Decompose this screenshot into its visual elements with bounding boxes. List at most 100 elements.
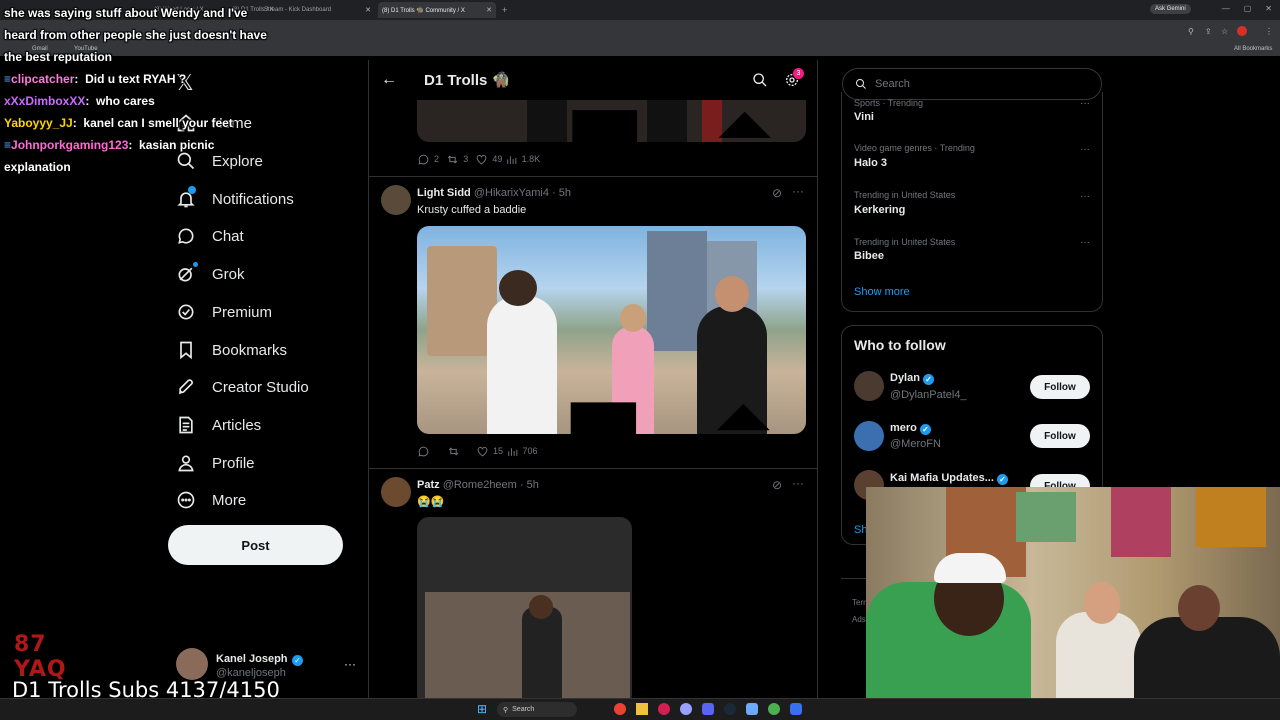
views-button[interactable]: 706 bbox=[506, 445, 538, 458]
share-icon[interactable]: ⇪ bbox=[1205, 27, 1212, 36]
taskbar-search[interactable]: ⚲ Search bbox=[497, 702, 577, 717]
like-button[interactable]: 49 bbox=[475, 153, 504, 166]
share-icon[interactable] bbox=[682, 96, 807, 221]
app-icon[interactable] bbox=[658, 703, 670, 715]
maximize-icon[interactable]: ▢ bbox=[1244, 4, 1252, 13]
app-icon[interactable] bbox=[790, 703, 802, 715]
verified-icon: ✓ bbox=[996, 474, 1008, 485]
post-author[interactable]: Patz bbox=[417, 479, 440, 491]
follow-button[interactable]: Follow bbox=[1030, 424, 1090, 448]
sidebar-item-premium[interactable]: Premium bbox=[176, 297, 272, 327]
close-icon[interactable]: ✕ bbox=[365, 6, 371, 14]
sidebar-item-bookmarks[interactable]: Bookmarks bbox=[176, 335, 287, 365]
folder-icon[interactable] bbox=[636, 703, 648, 715]
suggested-handle[interactable]: @DylanPatel4_ bbox=[890, 389, 967, 401]
sidebar-item-chat[interactable]: Chat bbox=[176, 221, 244, 251]
show-more-link[interactable]: Show more bbox=[854, 286, 910, 298]
more-icon bbox=[177, 491, 195, 509]
suggested-name[interactable]: mero ✓ bbox=[890, 422, 931, 435]
discord-icon[interactable] bbox=[702, 703, 714, 715]
post-handle[interactable]: @Rome2heem bbox=[443, 479, 517, 491]
close-icon[interactable]: ✕ bbox=[486, 6, 492, 14]
minimize-icon[interactable]: — bbox=[1222, 4, 1230, 13]
grok-post-icon[interactable]: ⊘ bbox=[772, 478, 782, 492]
follow-button[interactable]: Follow bbox=[1030, 375, 1090, 399]
account-menu-icon[interactable]: ··· bbox=[344, 657, 356, 671]
notification-badge bbox=[188, 186, 196, 194]
community-title: D1 Trolls 🧌 bbox=[424, 72, 511, 89]
avatar bbox=[176, 648, 208, 680]
footer-link[interactable]: Ads bbox=[852, 615, 866, 624]
extension-icon[interactable] bbox=[1237, 26, 1247, 36]
trend-meta: Trending in United States bbox=[854, 237, 956, 247]
trend-menu-icon[interactable]: ··· bbox=[1080, 191, 1090, 202]
heart-icon bbox=[477, 446, 488, 456]
avatar[interactable] bbox=[854, 421, 884, 451]
view-count: 1.8K bbox=[521, 154, 541, 164]
reply-button[interactable] bbox=[417, 445, 447, 458]
windows-start-icon[interactable]: ⊞ bbox=[477, 702, 487, 716]
suggested-handle[interactable]: @MeroFN bbox=[890, 438, 941, 450]
reply-button[interactable]: 2 bbox=[417, 153, 446, 166]
post-button[interactable]: Post bbox=[168, 525, 343, 565]
like-button[interactable]: 15 bbox=[476, 445, 506, 458]
grok-badge bbox=[193, 262, 198, 267]
repost-button[interactable] bbox=[447, 445, 477, 458]
post-time[interactable]: · 5h bbox=[552, 187, 571, 199]
post-menu-icon[interactable]: ··· bbox=[792, 476, 804, 490]
chrome-icon[interactable] bbox=[614, 703, 626, 715]
trend-menu-icon[interactable]: ··· bbox=[1080, 98, 1090, 109]
repost-button[interactable]: 3 bbox=[446, 153, 475, 166]
sidebar-item-grok[interactable]: Grok bbox=[176, 259, 245, 289]
avatar[interactable] bbox=[854, 371, 884, 401]
new-tab-icon[interactable]: + bbox=[498, 2, 510, 18]
post-time[interactable]: · 5h bbox=[520, 479, 539, 491]
suggested-name[interactable]: Dylan ✓ bbox=[890, 372, 935, 385]
post-author[interactable]: Light Sidd bbox=[417, 187, 471, 199]
bookmark-icon[interactable] bbox=[540, 94, 669, 223]
search-icon[interactable] bbox=[752, 72, 768, 88]
app-icon[interactable] bbox=[680, 703, 692, 715]
steam-icon[interactable] bbox=[724, 703, 736, 715]
sidebar-item-creator-studio[interactable]: Creator Studio bbox=[176, 372, 309, 402]
grok-post-icon[interactable]: ⊘ bbox=[772, 186, 782, 200]
trend-title[interactable]: Vini bbox=[854, 111, 874, 123]
browser-menu-icon[interactable]: ⋮ bbox=[1265, 27, 1273, 36]
chat-text: kanel can I smell your feet bbox=[83, 116, 233, 130]
share-icon[interactable] bbox=[680, 388, 807, 515]
post-menu-icon[interactable]: ··· bbox=[792, 184, 804, 198]
bookmark-icon[interactable] bbox=[538, 386, 669, 517]
trend-menu-icon[interactable]: ··· bbox=[1080, 144, 1090, 155]
app-icon[interactable] bbox=[768, 703, 780, 715]
sidebar-item-more[interactable]: More bbox=[176, 485, 246, 515]
trend-title[interactable]: Kerkering bbox=[854, 204, 905, 216]
browser-tab[interactable]: Stream - Kick Dashboard ✕ bbox=[260, 2, 375, 18]
trend-title[interactable]: Bibee bbox=[854, 250, 884, 262]
suggested-name[interactable]: Kai Mafia Updates... ✓ bbox=[890, 472, 1008, 485]
back-arrow-icon[interactable]: ← bbox=[381, 71, 397, 89]
star-icon[interactable]: ☆ bbox=[1221, 27, 1228, 36]
chat-user-icon: ≡ bbox=[4, 138, 12, 152]
sidebar-item-articles[interactable]: Articles bbox=[176, 410, 261, 440]
avatar[interactable] bbox=[381, 477, 411, 507]
app-icon[interactable] bbox=[746, 703, 758, 715]
sidebar-item-profile[interactable]: Profile bbox=[176, 448, 255, 478]
trend-meta: Video game genres · Trending bbox=[854, 143, 975, 153]
post-handle[interactable]: @HikarixYami4 bbox=[474, 187, 549, 199]
browser-tab-active[interactable]: (8) D1 Trolls 🧌 Community / X ✕ bbox=[378, 2, 496, 18]
settings-badge: 3 bbox=[793, 68, 804, 79]
account-switcher[interactable]: Kanel Joseph ✓ @kaneljoseph ··· bbox=[176, 646, 356, 682]
sidebar-item-label: Creator Studio bbox=[212, 378, 309, 396]
all-bookmarks[interactable]: All Bookmarks bbox=[1234, 46, 1272, 52]
ask-gemini-button[interactable]: Ask Gemini bbox=[1150, 4, 1191, 14]
views-button[interactable]: 1.8K bbox=[505, 153, 541, 166]
footer-link[interactable]: Terr bbox=[852, 598, 866, 607]
logo-text: 87 YAQ bbox=[14, 632, 67, 682]
trend-title[interactable]: Halo 3 bbox=[854, 157, 887, 169]
zoom-icon[interactable]: ⚲ bbox=[1188, 27, 1194, 36]
post-media-video[interactable] bbox=[417, 517, 632, 700]
chat-text: kasian picnic bbox=[139, 138, 215, 152]
close-window-icon[interactable]: ✕ bbox=[1265, 4, 1272, 13]
trend-menu-icon[interactable]: ··· bbox=[1080, 237, 1090, 248]
avatar[interactable] bbox=[381, 185, 411, 215]
